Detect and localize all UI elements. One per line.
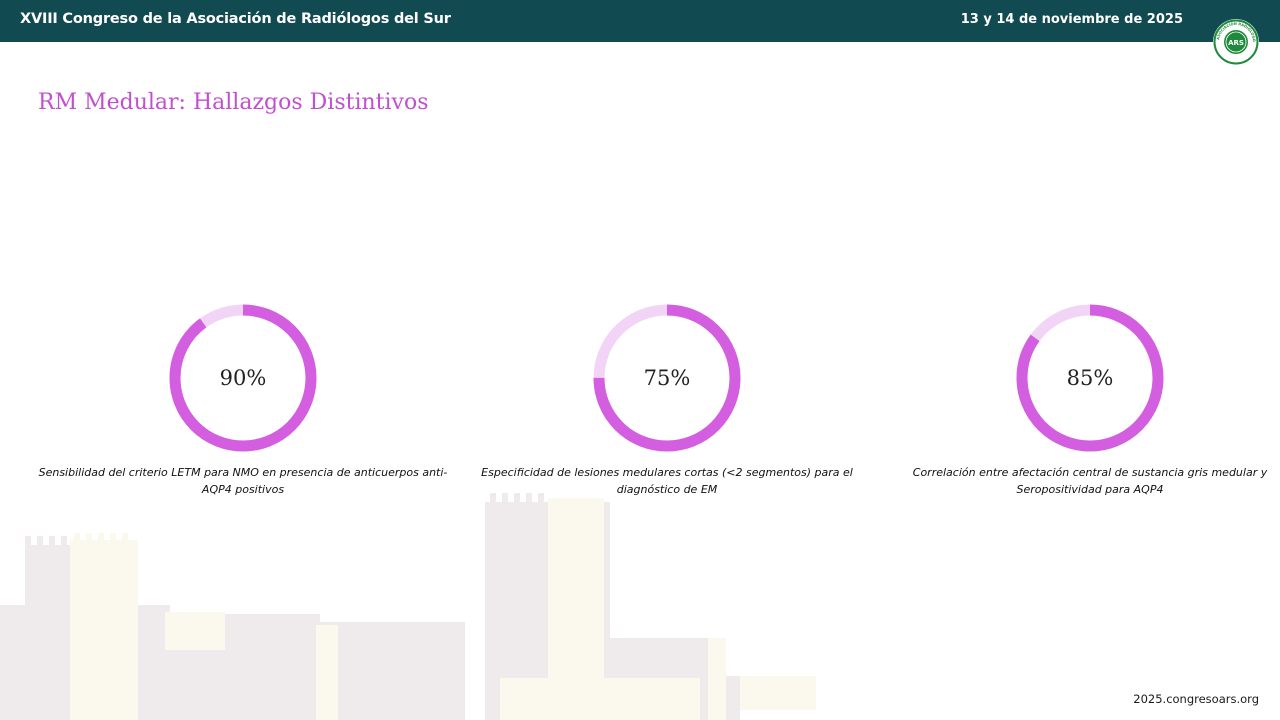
- progress-ring: 90%: [167, 302, 319, 454]
- stat-caption: Especificidad de lesiones medulares cort…: [481, 466, 853, 496]
- stat-card-3: 85% Correlación entre afectación central…: [870, 302, 1280, 498]
- conference-title: XVIII Congreso de la Asociación de Radió…: [20, 11, 451, 27]
- stat-value: 85%: [1066, 366, 1114, 390]
- progress-ring: 85%: [1014, 302, 1166, 454]
- footer-website: 2025.congresoars.org: [1133, 692, 1259, 706]
- conference-date: 13 y 14 de noviembre de 2025: [960, 12, 1183, 27]
- slide-title: RM Medular: Hallazgos Distintivos: [38, 90, 429, 115]
- progress-ring: 75%: [591, 302, 743, 454]
- stat-card-2: 75% Especificidad de lesiones medulares …: [447, 302, 887, 498]
- ars-logo: ARS ASOCIACIÓN RADIÓLOGOS SUR: [1211, 15, 1260, 66]
- header-bar: XVIII Congreso de la Asociación de Radió…: [0, 0, 1280, 42]
- stat-card-1: 90% Sensibilidad del criterio LETM para …: [23, 302, 463, 498]
- castle-silhouette-background: [0, 493, 816, 720]
- stat-caption: Correlación entre afectación central de …: [912, 466, 1268, 496]
- stat-caption: Sensibilidad del criterio LETM para NMO …: [38, 466, 448, 496]
- stat-value: 90%: [219, 366, 267, 390]
- stat-value: 75%: [643, 366, 691, 390]
- logo-text: ARS: [1228, 39, 1244, 47]
